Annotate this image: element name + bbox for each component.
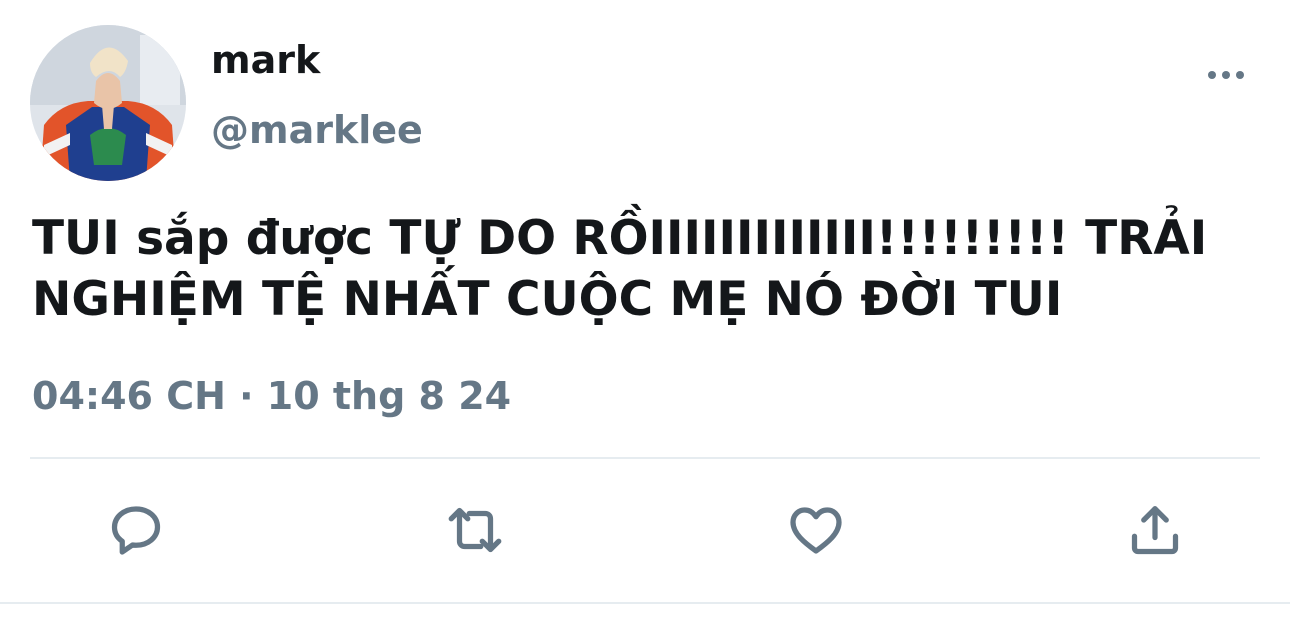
bottom-divider xyxy=(0,602,1290,604)
divider xyxy=(30,457,1260,459)
user-handle[interactable]: @marklee xyxy=(211,105,423,155)
tweet-timestamp[interactable]: 04:46 CH · 10 thg 8 24 xyxy=(32,370,511,422)
share-button[interactable] xyxy=(1124,499,1186,561)
more-horizontal-icon xyxy=(1208,71,1244,79)
heart-icon xyxy=(790,507,842,554)
more-options-button[interactable] xyxy=(1200,58,1252,92)
avatar[interactable] xyxy=(30,25,186,181)
tweet-text: TUI sắp được TỰ DO RỒIIIIIIIIIIIII!!!!!!… xyxy=(32,211,1208,327)
retweet-icon xyxy=(448,507,502,553)
retweet-button[interactable] xyxy=(444,499,506,561)
avatar-image xyxy=(30,25,186,181)
display-name[interactable]: mark xyxy=(211,36,320,84)
share-icon xyxy=(1131,506,1179,555)
reply-icon xyxy=(111,506,161,555)
reply-button[interactable] xyxy=(105,499,167,561)
like-button[interactable] xyxy=(785,499,847,561)
